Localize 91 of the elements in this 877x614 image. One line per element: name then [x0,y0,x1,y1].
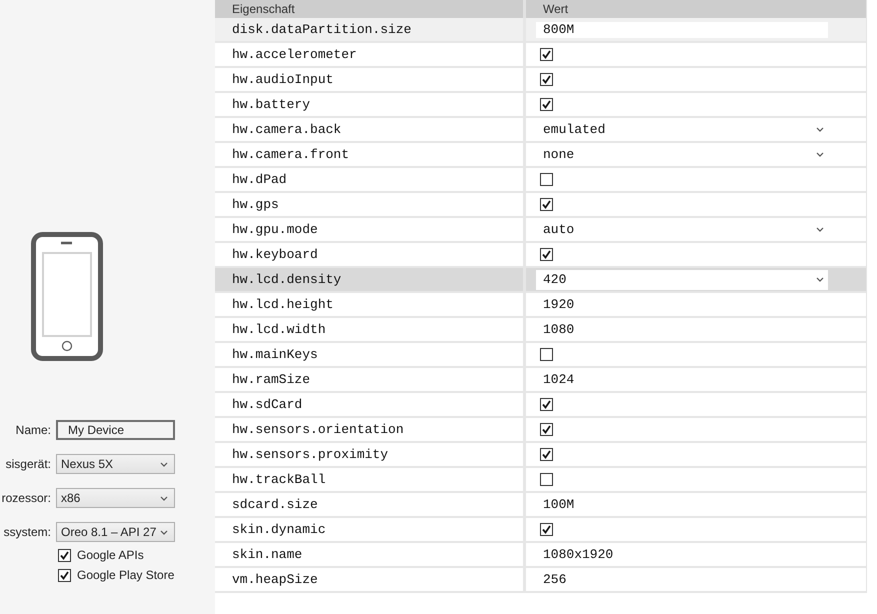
checkbox[interactable] [58,568,71,582]
checkbox[interactable] [540,423,553,436]
property-name: vm.heapSize [232,572,318,587]
table-row[interactable]: hw.mainKeys [215,343,866,368]
table-row[interactable]: hw.ramSize 1024 [215,368,866,393]
table-row[interactable]: hw.gpu.mode auto [215,218,866,243]
table-row[interactable]: hw.camera.front none [215,143,866,168]
checkbox[interactable] [540,398,553,411]
table-row[interactable]: hw.sensors.proximity [215,443,866,468]
checkbox-label[interactable]: Google Play Store [77,568,174,582]
chevron-icon [816,227,824,232]
table-row[interactable]: hw.sensors.orientation [215,418,866,443]
property-name: hw.dPad [232,172,287,187]
field-label: sisgerät: [4,457,51,471]
table-row[interactable]: hw.audioInput [215,68,866,93]
checkbox[interactable] [540,73,553,86]
table-row[interactable]: hw.trackBall [215,468,866,493]
property-name: hw.ramSize [232,372,310,387]
property-name: hw.camera.front [232,147,350,162]
property-value: 1920 [542,297,574,312]
property-name: hw.sdCard [232,397,302,412]
table-row[interactable]: hw.sdCard [215,393,866,418]
checkbox[interactable] [540,198,553,211]
property-name: hw.audioInput [232,72,334,87]
field-label: ssystem: [2,525,51,539]
table-row[interactable]: hw.keyboard [215,243,866,268]
column-header[interactable]: Wert [543,2,568,16]
table-row[interactable]: skin.dynamic [215,518,866,543]
table-row[interactable]: vm.heapSize 256 [215,568,866,593]
checkbox[interactable] [540,248,553,261]
name-input[interactable]: My Device [56,420,175,440]
checkbox[interactable] [540,48,553,61]
property-name: hw.mainKeys [232,347,318,362]
chevron-icon [160,530,168,534]
table-row[interactable]: disk.dataPartition.size 800M [215,18,866,43]
value-dropdown[interactable]: emulated [536,120,828,140]
chevron-icon [816,127,824,132]
property-name: sdcard.size [232,497,318,512]
property-name: disk.dataPartition.size [232,22,412,37]
property-name: skin.dynamic [232,522,326,537]
property-name: hw.gps [232,197,279,212]
table-row[interactable]: hw.battery [215,93,866,118]
checkbox[interactable] [540,523,553,536]
field-label: rozessor: [0,491,51,505]
property-name: hw.trackBall [232,472,326,487]
property-value: 1080 [542,322,574,337]
property-value: 1024 [542,372,574,387]
checkbox-label[interactable]: Google APIs [77,548,144,562]
table-row[interactable]: hw.camera.back emulated [215,118,866,143]
dropdown[interactable]: Oreo 8.1 – API 27 [56,522,175,542]
property-name: hw.sensors.orientation [232,422,404,437]
checkbox[interactable] [540,473,553,486]
table-row[interactable]: hw.gps [215,193,866,218]
checkbox[interactable] [540,173,553,186]
property-name: hw.sensors.proximity [232,447,388,462]
property-name: hw.lcd.density [232,272,342,287]
property-name: hw.lcd.height [232,297,334,312]
table-row[interactable]: hw.accelerometer [215,43,866,68]
phone-icon [31,232,103,361]
property-name: hw.battery [232,97,310,112]
table-row[interactable]: hw.lcd.density 420 [215,268,866,293]
value-dropdown[interactable]: none [536,144,828,164]
property-name: hw.accelerometer [232,47,357,62]
value-dropdown[interactable]: auto [536,220,828,240]
checkbox[interactable] [540,98,553,111]
value-input[interactable]: 800M [536,22,828,38]
checkbox[interactable] [540,348,553,361]
chevron-icon [160,496,168,500]
property-value: 1080x1920 [542,547,614,562]
dropdown[interactable]: Nexus 5X [56,454,175,474]
dropdown[interactable]: x86 [56,488,175,508]
table-row[interactable]: hw.dPad [215,168,866,193]
checkbox[interactable] [540,448,553,461]
property-name: hw.gpu.mode [232,222,318,237]
field-label: Name: [14,423,51,437]
table-row[interactable]: hw.lcd.height 1920 [215,293,866,318]
column-header[interactable]: Eigenschaft [232,2,295,16]
table-row[interactable]: hw.lcd.width 1080 [215,318,866,343]
property-name: skin.name [232,547,302,562]
chevron-icon [160,462,168,466]
property-value: 256 [542,572,566,587]
property-name: hw.camera.back [232,122,342,137]
table-row[interactable]: sdcard.size 100M [215,493,866,518]
value-dropdown[interactable]: 420 [536,270,828,290]
property-name: hw.keyboard [232,247,318,262]
table-row[interactable]: skin.name 1080x1920 [215,543,866,568]
chevron-icon [816,277,824,282]
chevron-icon [816,152,824,157]
property-name: hw.lcd.width [232,322,326,337]
checkbox[interactable] [58,548,71,562]
property-value: 100M [542,497,574,512]
